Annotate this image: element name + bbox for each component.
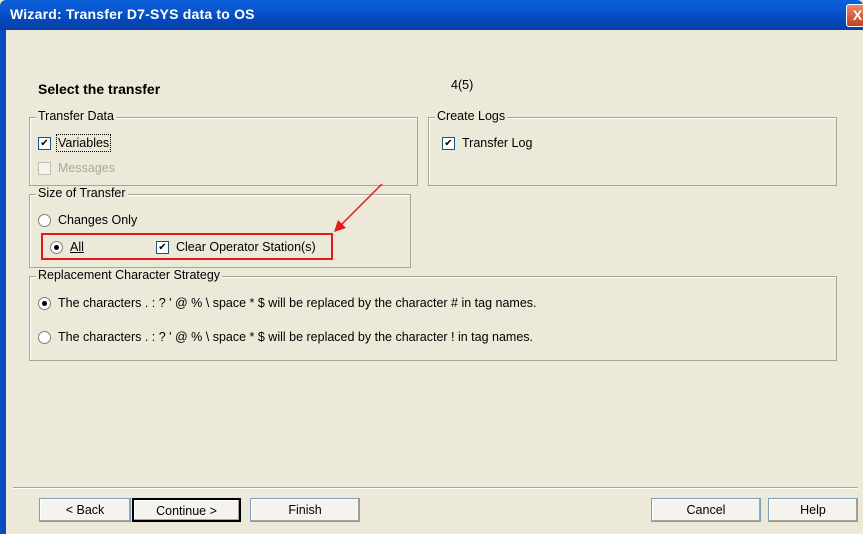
variables-checkbox[interactable]: ✔ Variables [38, 134, 112, 152]
button-separator [13, 487, 858, 489]
replacement-option-hash-radio[interactable]: The characters . : ? ' @ % \ space * $ w… [38, 296, 537, 310]
title-bar: Wizard: Transfer D7-SYS data to OS X [0, 0, 863, 30]
variables-label: Variables [55, 134, 112, 152]
messages-check-icon [38, 161, 51, 175]
changes-only-radio-icon [38, 213, 51, 227]
replacement-bang-radio-icon [38, 330, 51, 344]
close-icon: X [852, 7, 863, 23]
close-button[interactable]: X [846, 4, 863, 27]
replacement-hash-radio-icon [38, 296, 51, 310]
transfer-data-legend: Transfer Data [36, 109, 116, 123]
cancel-button[interactable]: Cancel [651, 498, 761, 522]
replacement-hash-label: The characters . : ? ' @ % \ space * $ w… [58, 296, 537, 310]
create-logs-group: Create Logs [428, 109, 837, 186]
window-title: Wizard: Transfer D7-SYS data to OS [10, 6, 255, 22]
transfer-log-check-icon: ✔ [442, 136, 455, 150]
create-logs-legend: Create Logs [435, 109, 508, 123]
transfer-log-label: Transfer Log [462, 136, 533, 150]
annotation-arrow-icon [334, 183, 383, 232]
changes-only-label: Changes Only [58, 213, 138, 227]
replacement-strategy-group: Replacement Character Strategy [29, 268, 837, 361]
size-of-transfer-legend: Size of Transfer [36, 186, 128, 200]
replacement-strategy-legend: Replacement Character Strategy [36, 268, 223, 282]
transfer-log-checkbox[interactable]: ✔ Transfer Log [442, 136, 532, 150]
step-counter: 4(5) [451, 78, 474, 92]
annotation-highlight-box [41, 233, 333, 260]
replacement-option-bang-radio[interactable]: The characters . : ? ' @ % \ space * $ w… [38, 330, 533, 344]
help-button[interactable]: Help [768, 498, 858, 522]
replacement-bang-label: The characters . : ? ' @ % \ space * $ w… [58, 330, 534, 344]
variables-check-icon: ✔ [38, 136, 51, 150]
messages-label: Messages [58, 161, 115, 175]
messages-checkbox[interactable]: Messages [38, 161, 115, 175]
back-button[interactable]: < Back [39, 498, 131, 522]
transfer-data-group: Transfer Data [29, 109, 418, 186]
window-left-border [0, 30, 6, 534]
finish-button[interactable]: Finish [250, 498, 360, 522]
step-heading: Select the transfer [38, 81, 161, 97]
changes-only-radio[interactable]: Changes Only [38, 213, 137, 227]
continue-button[interactable]: Continue > [132, 498, 241, 522]
